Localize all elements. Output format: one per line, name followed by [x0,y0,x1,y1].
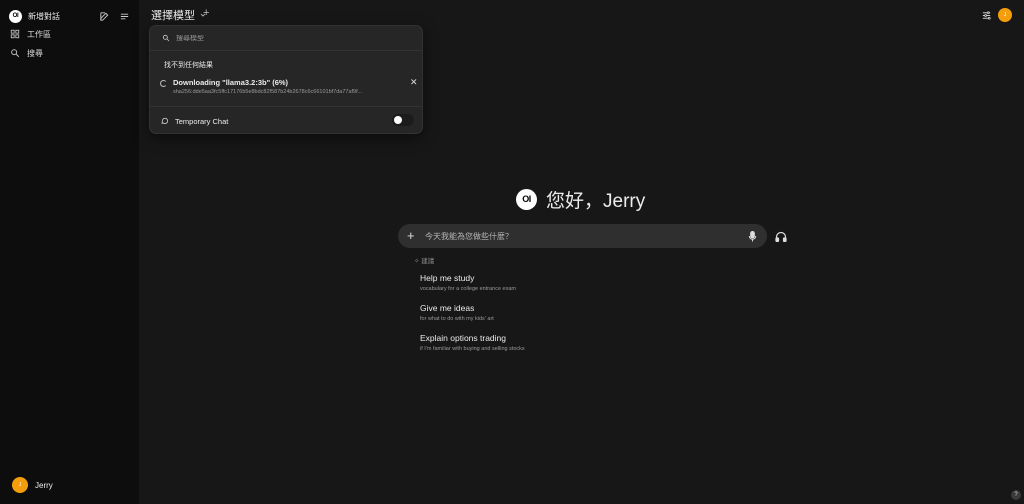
user-name: Jerry [35,480,53,490]
suggestion-item[interactable]: Give me ideas for what to do with my kid… [420,303,640,322]
new-chat-label[interactable]: 新增對話 [28,11,60,22]
suggestions-label: ✧ 建議 [414,258,435,265]
suggestion-title: Explain options trading [420,333,507,343]
temporary-chat-label: Temporary Chat [175,116,229,126]
download-hash: sha256:dde5aa3fc5ffc17176b5e8bdc82f587b2… [173,89,363,95]
search-icon [11,49,20,58]
sidebar-item-label: 搜尋 [27,48,43,58]
avatar[interactable]: J [998,8,1012,22]
temporary-chat-option[interactable]: Temporary Chat [161,115,228,127]
divider [150,106,422,107]
download-progress-item: Downloading "llama3.2:3b" (6%) sha256:dd… [160,78,418,100]
chat-input[interactable] [425,229,735,243]
spinner-icon [160,80,167,87]
help-button[interactable]: ? [1011,490,1021,500]
model-selector-label: 選擇模型 [151,10,195,22]
user-menu[interactable]: J Jerry [12,477,53,493]
close-icon[interactable]: ✕ [410,78,418,87]
new-chat-row[interactable]: OI 新增對話 [9,8,131,24]
sidebar-item-search[interactable]: 搜尋 [10,46,43,60]
model-search [150,26,422,51]
suggestion-item[interactable]: Help me study vocabulary for a college e… [420,273,640,292]
temporary-chat-toggle[interactable] [392,114,414,126]
suggestion-subtitle: for what to do with my kids' art [420,316,494,322]
suggestion-item[interactable]: Explain options trading if I'm familiar … [420,333,640,352]
toggle-knob [394,116,402,124]
model-dropdown: 找不到任何結果 Downloading "llama3.2:3b" (6%) s… [149,25,423,134]
sidebar-item-label: 工作區 [27,29,51,39]
chat-bubble-icon [161,117,169,124]
model-selector[interactable]: 選擇模型 [151,8,207,22]
download-title: Downloading "llama3.2:3b" (6%) [173,78,289,87]
add-model-button[interactable]: + [203,7,209,19]
headphones-icon[interactable] [774,230,788,243]
greeting: OI 您好，Jerry [516,187,646,212]
suggestions-label-text: 建議 [421,258,435,265]
grid-icon [10,29,20,39]
search-icon [162,34,170,42]
sidebar-toggle-icon[interactable] [117,9,131,23]
suggestion-title: Give me ideas [420,303,475,313]
app-logo: OI [516,188,537,210]
suggestion-subtitle: vocabulary for a college entrance exam [420,286,516,292]
edit-icon[interactable] [97,9,111,23]
app-logo: OI [9,9,22,23]
sidebar-item-workspace[interactable]: 工作區 [10,27,51,41]
controls-icon[interactable] [979,8,993,22]
model-search-input[interactable] [176,34,406,42]
chat-input-box: + [398,224,767,248]
sidebar: OI 新增對話 工作區 搜尋 J Jerry [0,0,139,504]
greeting-text: 您好，Jerry [546,190,646,212]
suggestion-subtitle: if I'm familiar with buying and selling … [420,346,525,352]
no-results-text: 找不到任何結果 [164,62,213,69]
avatar: J [12,477,28,493]
suggestion-title: Help me study [420,273,475,283]
attach-plus-button[interactable]: + [407,227,415,244]
microphone-icon[interactable] [746,230,758,242]
